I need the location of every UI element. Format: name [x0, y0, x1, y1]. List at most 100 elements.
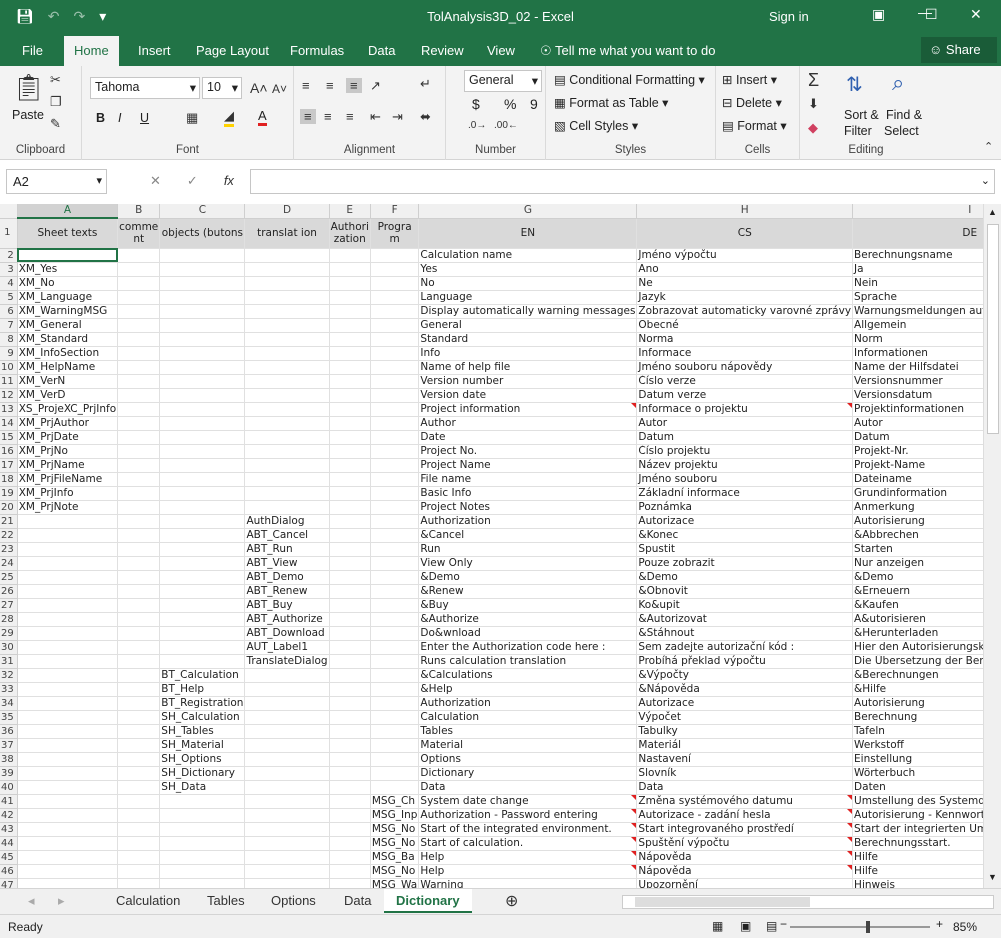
cell-a[interactable]: XM_Standard [17, 332, 119, 347]
row-header[interactable]: 9 [0, 346, 18, 361]
cell-c[interactable] [159, 416, 246, 431]
cell-g[interactable]: Data [418, 780, 638, 795]
cell-g[interactable]: &Calculations [418, 668, 638, 683]
cell-d[interactable] [244, 766, 330, 781]
cell-f[interactable] [370, 444, 420, 459]
cell-d[interactable] [244, 444, 330, 459]
row-header[interactable]: 34 [0, 696, 18, 711]
cell-a[interactable] [17, 724, 119, 739]
column-header-h[interactable]: H [636, 204, 854, 219]
cell-f[interactable] [370, 724, 420, 739]
cell-i[interactable]: Allgemein [852, 318, 983, 333]
cell-h[interactable]: Informace o projektu [636, 402, 854, 417]
cell-i[interactable]: &Abbrechen [852, 528, 983, 543]
cell-i[interactable]: Tafeln [852, 724, 983, 739]
cell-d[interactable] [244, 318, 330, 333]
column-header-e[interactable]: E [329, 204, 371, 219]
cell-a[interactable]: XM_Language [17, 290, 119, 305]
italic-button[interactable]: I [118, 111, 121, 125]
cell-f[interactable] [370, 416, 420, 431]
cell-a[interactable] [17, 514, 119, 529]
cell-f[interactable] [370, 318, 420, 333]
row-header[interactable]: 16 [0, 444, 18, 459]
cell-e[interactable] [329, 794, 371, 809]
cell-g[interactable]: Info [418, 346, 638, 361]
row-header[interactable]: 11 [0, 374, 18, 389]
conditional-formatting-button[interactable]: ▤ Conditional Formatting ▾ [554, 72, 705, 87]
find-select-button-line2[interactable]: Select [884, 124, 919, 138]
tab-file[interactable]: File [22, 43, 43, 58]
row-header[interactable]: 47 [0, 878, 18, 888]
cell-d[interactable] [244, 780, 330, 795]
cell-f[interactable] [370, 640, 420, 655]
find-select-button[interactable]: Find & [886, 108, 922, 122]
cell-h[interactable]: Materiál [636, 738, 854, 753]
header-cell-g[interactable]: EN [418, 218, 638, 249]
cell-c[interactable] [159, 584, 246, 599]
cell-d[interactable] [244, 416, 330, 431]
cell-c[interactable] [159, 472, 246, 487]
cell-a[interactable]: XM_VerN [17, 374, 119, 389]
cell-a[interactable] [17, 584, 119, 599]
row-header[interactable]: 29 [0, 626, 18, 641]
increase-decimal-icon[interactable]: .0→ [468, 120, 486, 131]
cell-h[interactable]: Změna systémového datumu [636, 794, 854, 809]
row-header[interactable]: 8 [0, 332, 18, 347]
paste-icon[interactable]: 📋︎ [12, 72, 45, 103]
cell-a[interactable]: XM_VerD [17, 388, 119, 403]
cell-g[interactable]: &Renew [418, 584, 638, 599]
cell-h[interactable]: Výpočet [636, 710, 854, 725]
cell-d[interactable]: ABT_Download [244, 626, 330, 641]
cell-a[interactable]: XM_PrjDate [17, 430, 119, 445]
cell-h[interactable]: Slovník [636, 766, 854, 781]
sort-filter-button-line2[interactable]: Filter [844, 124, 872, 138]
tab-data[interactable]: Data [368, 43, 395, 58]
cell-c[interactable] [159, 332, 246, 347]
align-left-icon[interactable]: ≡ [300, 109, 316, 124]
cell-a[interactable] [17, 598, 119, 613]
cell-f[interactable] [370, 472, 420, 487]
header-cell-c[interactable]: objects (butons [159, 218, 246, 249]
cell-a[interactable] [17, 654, 119, 669]
cell-d[interactable] [244, 290, 330, 305]
cell-c[interactable]: SH_Dictionary [159, 766, 246, 781]
cell-c[interactable] [159, 444, 246, 459]
cell-h[interactable]: &Nápověda [636, 682, 854, 697]
row-header[interactable]: 37 [0, 738, 18, 753]
cell-h[interactable]: Ne [636, 276, 854, 291]
row-header[interactable]: 22 [0, 528, 18, 543]
cell-g[interactable]: &Authorize [418, 612, 638, 627]
cell-a[interactable] [17, 626, 119, 641]
cell-b[interactable] [117, 304, 161, 319]
borders-icon[interactable]: ▦ [186, 110, 198, 126]
cell-b[interactable] [117, 640, 161, 655]
cell-c[interactable] [159, 850, 246, 865]
cell-b[interactable] [117, 556, 161, 571]
ribbon-display-icon[interactable]: ▣ [872, 6, 885, 23]
cell-b[interactable] [117, 262, 161, 277]
cell-b[interactable] [117, 710, 161, 725]
cell-e[interactable] [329, 836, 371, 851]
cell-b[interactable] [117, 332, 161, 347]
cell-a[interactable] [17, 794, 119, 809]
cell-d[interactable] [244, 472, 330, 487]
cell-d[interactable] [244, 458, 330, 473]
cell-h[interactable]: Poznámka [636, 500, 854, 515]
cell-d[interactable]: ABT_View [244, 556, 330, 571]
cell-g[interactable]: File name [418, 472, 638, 487]
cell-a[interactable]: XM_No [17, 276, 119, 291]
page-layout-view-icon[interactable]: ▣ [740, 919, 751, 933]
cell-b[interactable] [117, 654, 161, 669]
zoom-out-icon[interactable]: − [780, 917, 787, 931]
sheet-tab-dictionary[interactable]: Dictionary [384, 889, 472, 913]
cell-h[interactable]: Datum [636, 430, 854, 445]
cell-b[interactable] [117, 402, 161, 417]
cell-e[interactable] [329, 654, 371, 669]
formula-input[interactable]: ⌄ [250, 169, 995, 194]
cell-d[interactable] [244, 878, 330, 888]
cell-f[interactable] [370, 696, 420, 711]
cell-c[interactable]: SH_Material [159, 738, 246, 753]
cell-f[interactable] [370, 486, 420, 501]
cell-h[interactable]: Název projektu [636, 458, 854, 473]
tab-view[interactable]: View [487, 43, 515, 58]
